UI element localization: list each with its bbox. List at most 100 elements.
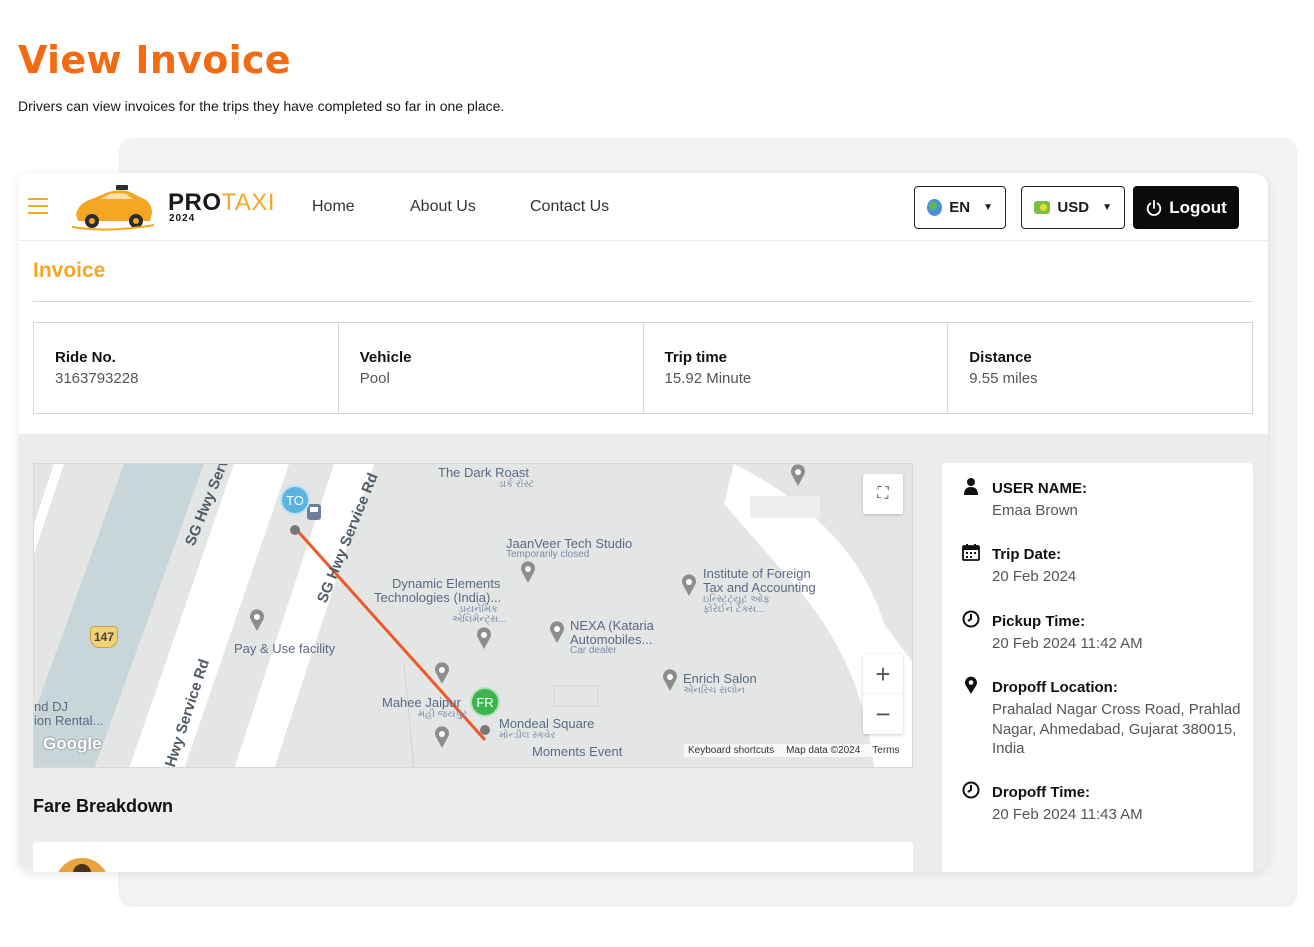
- terms-link[interactable]: Terms: [872, 745, 899, 756]
- zoom-in-button[interactable]: +: [863, 654, 903, 694]
- language-select[interactable]: EN ▼: [914, 186, 1006, 229]
- place-sublabel: ડાર્ક રોસ્ટ: [498, 479, 535, 490]
- place-label: Tax and Accounting: [703, 580, 816, 595]
- info-label: Distance: [969, 349, 1032, 366]
- currency-value: USD: [1057, 199, 1090, 216]
- map-attribution: Keyboard shortcuts Map data ©2024 Terms: [684, 744, 904, 757]
- place-sublabel: Temporarily closed: [506, 549, 590, 560]
- clock-icon: [962, 781, 980, 799]
- divider: [33, 301, 1253, 302]
- place-label: Technologies (India)...: [374, 590, 502, 605]
- map-pin-icon[interactable]: [790, 464, 806, 486]
- place-label: Mondeal Square: [499, 716, 595, 731]
- detail-value: 20 Feb 2024 11:42 AM: [992, 635, 1143, 652]
- brand-pro: PRO: [168, 189, 222, 216]
- detail-label: Pickup Time:: [992, 613, 1086, 630]
- nav-home-link[interactable]: Home: [312, 198, 355, 216]
- page-title: View Invoice: [18, 38, 291, 82]
- place-label: Institute of Foreign: [703, 566, 811, 581]
- logout-label: Logout: [1169, 197, 1227, 217]
- place-sublabel: એલિમેન્ટ્સ...: [452, 614, 507, 625]
- avatar: [55, 858, 109, 872]
- fare-card: [33, 842, 913, 872]
- language-value: EN: [949, 199, 971, 216]
- origin-marker[interactable]: FR: [470, 687, 500, 717]
- map-pin-icon[interactable]: [520, 561, 536, 583]
- hamburger-menu-icon[interactable]: [28, 198, 48, 214]
- user-icon: [964, 478, 978, 495]
- place-label: Pay & Use facility: [234, 641, 336, 656]
- power-icon: [1147, 199, 1162, 216]
- place-sublabel: ફોરેઈન ટેક્સ...: [703, 604, 765, 615]
- place-sublabel: Car dealer: [570, 645, 617, 656]
- map-pin-icon[interactable]: [549, 621, 565, 643]
- place-sublabel: એનરિચ સલોન: [683, 685, 745, 696]
- money-icon: [1034, 201, 1051, 214]
- detail-value: 20 Feb 2024: [992, 568, 1077, 585]
- location-pin-icon: [965, 676, 977, 694]
- google-logo: Google: [43, 734, 102, 753]
- ride-info-grid: Ride No. 3163793228 Vehicle Pool Trip ti…: [33, 322, 1253, 414]
- detail-value: 20 Feb 2024 11:43 AM: [992, 806, 1143, 823]
- globe-icon: [927, 199, 943, 216]
- invoice-title: Invoice: [33, 259, 106, 282]
- app-screenshot: PROTAXI 2024 Home About Us Contact Us EN…: [18, 173, 1268, 872]
- nav-contact-link[interactable]: Contact Us: [530, 198, 609, 216]
- brand-year: 2024: [169, 213, 196, 224]
- place-label: Dynamic Elements: [392, 576, 501, 591]
- nav-about-link[interactable]: About Us: [410, 198, 476, 216]
- route-map[interactable]: 147 SG Hwy Service Rd SG Hwy Service Rd …: [33, 463, 913, 768]
- trip-details-panel: USER NAME: Emaa Brown Trip Date: 20 Feb …: [942, 463, 1253, 872]
- chevron-down-icon: ▼: [983, 202, 993, 213]
- place-sublabel: મહી જયપુર: [418, 709, 468, 720]
- map-pin-icon[interactable]: [249, 609, 265, 631]
- info-value: 15.92 Minute: [664, 370, 752, 387]
- place-label: Moments Event: [532, 744, 623, 759]
- map-pin-icon[interactable]: [476, 627, 492, 649]
- place-sublabel: મોન્ડીલ સ્કવેર: [499, 730, 556, 741]
- info-value: 3163793228: [55, 370, 139, 387]
- fullscreen-icon[interactable]: ⛶: [863, 474, 903, 514]
- top-navbar: PROTAXI 2024 Home About Us Contact Us EN…: [18, 173, 1268, 241]
- map-pin-icon[interactable]: [434, 662, 450, 684]
- invoice-body: 147 SG Hwy Service Rd SG Hwy Service Rd …: [18, 434, 1268, 872]
- info-label: Vehicle: [359, 349, 412, 366]
- calendar-icon: [962, 544, 980, 561]
- info-label: Ride No.: [55, 349, 116, 366]
- map-pin-icon[interactable]: [434, 726, 450, 748]
- map-pin-icon[interactable]: [662, 669, 678, 691]
- chevron-down-icon: ▼: [1102, 202, 1112, 213]
- taxi-car-logo-icon: [71, 185, 155, 231]
- destination-marker[interactable]: TO: [280, 485, 310, 515]
- map-pin-icon[interactable]: [681, 574, 697, 596]
- place-label: ion Rental...: [34, 713, 104, 728]
- trip-time-cell: Trip time 15.92 Minute: [644, 323, 949, 413]
- brand-taxi: TAXI: [221, 189, 276, 216]
- zoom-out-button[interactable]: −: [863, 694, 903, 734]
- detail-label: USER NAME:: [992, 480, 1088, 497]
- highway-shield: 147: [90, 626, 118, 648]
- place-label: NEXA (Kataria: [570, 618, 654, 633]
- place-label: The Dark Roast: [438, 465, 530, 480]
- currency-select[interactable]: USD ▼: [1021, 186, 1125, 229]
- ride-number-cell: Ride No. 3163793228: [34, 323, 339, 413]
- logout-button[interactable]: Logout: [1133, 186, 1239, 229]
- info-value: 9.55 miles: [969, 370, 1038, 387]
- place-label: Mahee Jaipur: [382, 695, 461, 710]
- detail-label: Dropoff Time:: [992, 784, 1091, 801]
- distance-cell: Distance 9.55 miles: [948, 323, 1252, 413]
- vehicle-cell: Vehicle Pool: [339, 323, 644, 413]
- fare-breakdown-title: Fare Breakdown: [33, 796, 174, 816]
- page-subtitle: Drivers can view invoices for the trips …: [18, 98, 505, 114]
- detail-label: Trip Date:: [992, 546, 1062, 563]
- detail-label: Dropoff Location:: [992, 679, 1118, 696]
- keyboard-shortcuts-link[interactable]: Keyboard shortcuts: [688, 745, 774, 756]
- info-value: Pool: [359, 370, 390, 387]
- clock-icon: [962, 610, 980, 628]
- info-label: Trip time: [664, 349, 728, 366]
- place-label: nd DJ: [34, 699, 68, 714]
- detail-value: Emaa Brown: [992, 502, 1078, 519]
- place-label: Enrich Salon: [683, 671, 757, 686]
- map-data-text: Map data ©2024: [786, 745, 861, 756]
- detail-value: Prahalad Nagar Cross Road, Prahlad Nagar…: [992, 701, 1241, 757]
